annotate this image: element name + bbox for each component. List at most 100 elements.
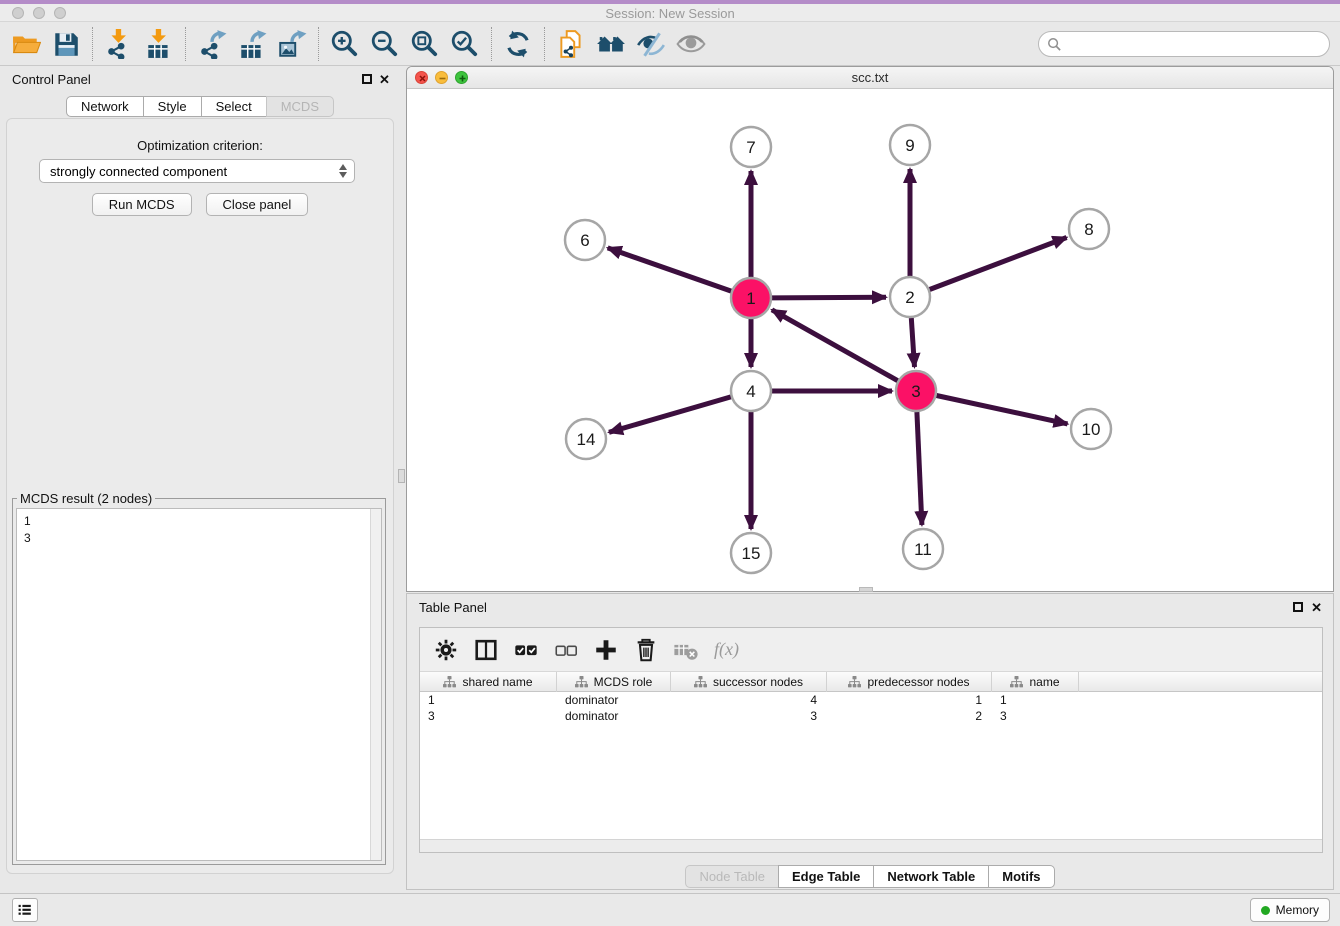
column-header-predecessor-nodes[interactable]: predecessor nodes xyxy=(827,672,992,692)
import-table-button[interactable] xyxy=(139,26,179,62)
tab-edge-table[interactable]: Edge Table xyxy=(778,865,874,888)
clone-network-button[interactable] xyxy=(551,26,591,62)
zoom-selected-icon xyxy=(450,29,480,59)
export-network-button[interactable] xyxy=(192,26,232,62)
table-cell[interactable]: 2 xyxy=(827,708,992,724)
graph-node-7[interactable]: 7 xyxy=(731,127,771,167)
save-session-icon xyxy=(51,29,81,59)
cyndex-browser-button[interactable] xyxy=(591,26,631,62)
panel-splitter-handle[interactable] xyxy=(398,469,405,483)
deselect-all-button[interactable] xyxy=(548,633,584,667)
export-image-icon xyxy=(277,29,307,59)
tab-node-table[interactable]: Node Table xyxy=(685,865,779,888)
graph-node-4[interactable]: 4 xyxy=(731,371,771,411)
save-session-button[interactable] xyxy=(46,26,86,62)
split-view-button[interactable] xyxy=(468,633,504,667)
graph-edge-4-14[interactable] xyxy=(609,397,731,432)
memory-button[interactable]: Memory xyxy=(1250,898,1330,922)
graph-node-11[interactable]: 11 xyxy=(903,529,943,569)
table-cell[interactable]: 3 xyxy=(420,708,557,724)
graph-edge-1-2[interactable] xyxy=(772,297,886,298)
table-cell[interactable]: 1 xyxy=(827,692,992,708)
open-session-button[interactable] xyxy=(6,26,46,62)
tab-network-table[interactable]: Network Table xyxy=(873,865,989,888)
table-cell[interactable]: 3 xyxy=(671,708,827,724)
close-panel-button[interactable]: Close panel xyxy=(206,193,309,216)
refresh-view-button[interactable] xyxy=(498,26,538,62)
toolbar-separator xyxy=(92,27,93,61)
table-cell[interactable]: 1 xyxy=(992,692,1079,708)
clone-network-icon xyxy=(556,29,586,59)
table-cell[interactable]: 3 xyxy=(992,708,1079,724)
zoom-fit-button[interactable] xyxy=(405,26,445,62)
graph-node-9[interactable]: 9 xyxy=(890,125,930,165)
float-panel-icon[interactable] xyxy=(362,74,372,84)
zoom-out-button[interactable] xyxy=(365,26,405,62)
import-network-button[interactable] xyxy=(99,26,139,62)
tab-network[interactable]: Network xyxy=(66,96,144,117)
table-row[interactable]: 3dominator323 xyxy=(420,708,1322,724)
result-scrollbar[interactable] xyxy=(370,509,381,860)
graph-node-15[interactable]: 15 xyxy=(731,533,771,573)
search-field[interactable] xyxy=(1038,31,1330,57)
graph-node-14[interactable]: 14 xyxy=(566,419,606,459)
criterion-dropdown[interactable]: strongly connected component xyxy=(39,159,355,183)
graph-node-2[interactable]: 2 xyxy=(890,277,930,317)
table-body: 1dominator4113dominator323 xyxy=(420,692,1322,839)
graph-edge-1-6[interactable] xyxy=(608,248,732,291)
tab-style[interactable]: Style xyxy=(143,96,202,117)
network-resize-handle[interactable] xyxy=(859,587,873,592)
zoom-in-button[interactable] xyxy=(325,26,365,62)
tab-select[interactable]: Select xyxy=(201,96,267,117)
table-cell[interactable]: 1 xyxy=(420,692,557,708)
show-hidden-disabled-icon xyxy=(676,29,706,59)
add-column-button[interactable] xyxy=(588,633,624,667)
hide-selected-button[interactable] xyxy=(631,26,671,62)
show-hidden-disabled-button[interactable] xyxy=(671,26,711,62)
tab-motifs[interactable]: Motifs xyxy=(988,865,1054,888)
zoom-selected-button[interactable] xyxy=(445,26,485,62)
table-cell[interactable]: dominator xyxy=(557,692,671,708)
column-header-MCDS-role[interactable]: MCDS role xyxy=(557,672,671,692)
network-window-titlebar[interactable]: scc.txt xyxy=(407,67,1333,89)
table-cell[interactable]: dominator xyxy=(557,708,671,724)
graph-edge-3-1[interactable] xyxy=(772,310,898,381)
tab-mcds[interactable]: MCDS xyxy=(266,96,334,117)
column-header-shared-name[interactable]: shared name xyxy=(420,672,557,692)
close-table-panel-icon[interactable]: ✕ xyxy=(1311,600,1322,616)
graph-edge-3-11[interactable] xyxy=(917,412,922,525)
graph-edge-3-10[interactable] xyxy=(937,396,1068,424)
network-canvas[interactable]: 1 2 3 4 6 7 8 9 10 11 14 15 xyxy=(407,89,1333,591)
task-history-button[interactable] xyxy=(12,898,38,922)
mcds-result-area: 13 xyxy=(16,508,382,861)
mcds-result-values: 13 xyxy=(17,509,381,551)
zoom-in-icon xyxy=(330,29,360,59)
column-header-successor-nodes[interactable]: successor nodes xyxy=(671,672,827,692)
table-horizontal-scrollbar[interactable] xyxy=(420,839,1322,852)
select-all-button[interactable] xyxy=(508,633,544,667)
graph-node-10[interactable]: 10 xyxy=(1071,409,1111,449)
search-input[interactable] xyxy=(1067,37,1329,52)
mcds-result-group: MCDS result (2 nodes) 13 xyxy=(12,491,386,865)
graph-edge-2-3[interactable] xyxy=(911,318,914,367)
table-panel-header: Table Panel ✕ xyxy=(407,594,1333,622)
delete-table-disabled-button[interactable] xyxy=(668,633,704,667)
cyndex-browser-icon xyxy=(596,29,626,59)
table-row[interactable]: 1dominator411 xyxy=(420,692,1322,708)
float-table-panel-icon[interactable] xyxy=(1293,602,1303,612)
run-mcds-button[interactable]: Run MCDS xyxy=(92,193,192,216)
column-header-filler xyxy=(1079,672,1322,692)
close-panel-icon[interactable]: ✕ xyxy=(379,72,390,88)
graph-node-3[interactable]: 3 xyxy=(896,371,936,411)
graph-edge-2-8[interactable] xyxy=(930,238,1067,290)
graph-node-8[interactable]: 8 xyxy=(1069,209,1109,249)
table-cell[interactable]: 4 xyxy=(671,692,827,708)
graph-node-6[interactable]: 6 xyxy=(565,220,605,260)
network-view-window: scc.txt 1 2 3 4 6 7 8 9 10 11 14 15 xyxy=(406,66,1334,592)
settings-gear-button[interactable] xyxy=(428,633,464,667)
export-table-button[interactable] xyxy=(232,26,272,62)
export-image-button[interactable] xyxy=(272,26,312,62)
graph-node-1[interactable]: 1 xyxy=(731,278,771,318)
column-header-name[interactable]: name xyxy=(992,672,1079,692)
delete-column-button[interactable] xyxy=(628,633,664,667)
